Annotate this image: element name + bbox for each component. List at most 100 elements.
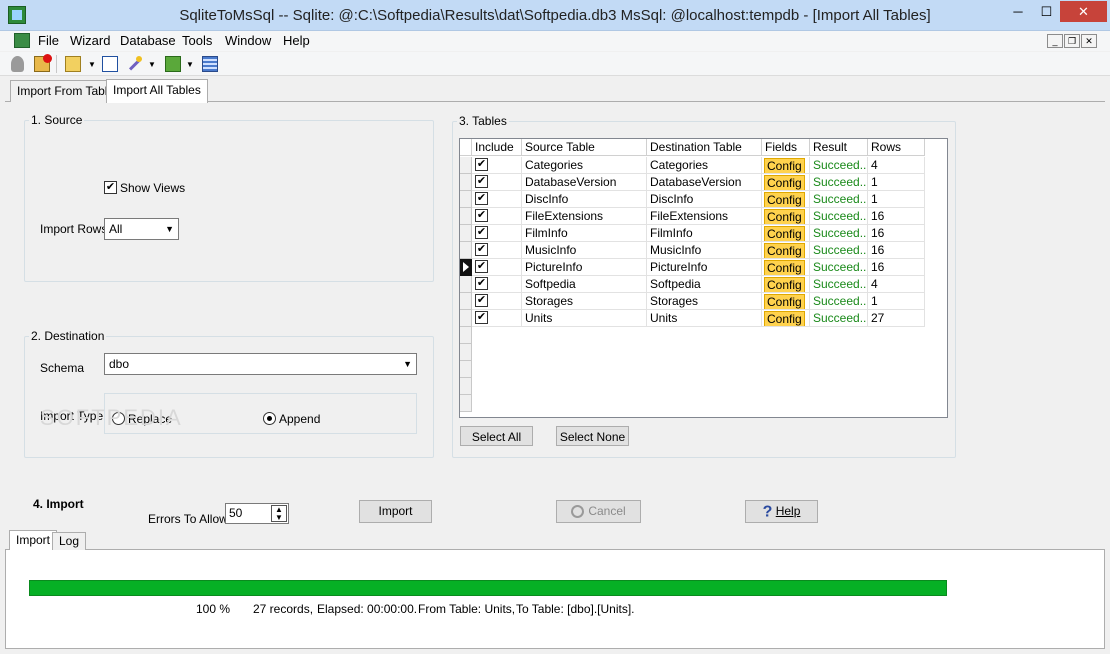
tables-grid[interactable]: Include Source Table Destination Table F… (459, 138, 948, 418)
tables-legend: 3. Tables (457, 114, 509, 128)
menu-wizard[interactable]: Wizard (70, 31, 110, 51)
tab-import-all-tables[interactable]: Import All Tables (106, 79, 208, 103)
row-header[interactable] (460, 344, 472, 361)
cell-fields-config-text[interactable]: Config (764, 260, 805, 275)
row-header[interactable] (460, 395, 472, 412)
cell-fields-config-text[interactable]: Config (764, 226, 805, 241)
column-header-destination-table[interactable]: Destination Table (647, 139, 762, 156)
column-header-include[interactable]: Include (472, 139, 522, 156)
export-icon[interactable] (102, 56, 118, 72)
import-button[interactable]: Import (359, 500, 432, 523)
refresh-dropdown-icon[interactable]: ▼ (186, 60, 194, 69)
cell-fields-config-text[interactable]: Config (764, 243, 805, 258)
column-header-rows[interactable]: Rows (868, 139, 925, 156)
cell-fields-config-text[interactable]: Config (764, 175, 805, 190)
row-header[interactable] (460, 225, 472, 242)
mdi-restore-button[interactable]: ❐ (1064, 34, 1080, 48)
include-checkbox[interactable]: ✔ (475, 209, 488, 222)
include-checkbox[interactable]: ✔ (475, 294, 488, 307)
row-header[interactable] (460, 242, 472, 259)
append-radio[interactable] (263, 412, 276, 425)
errors-to-allow-input[interactable]: 50 ▲ ▼ (225, 503, 289, 524)
row-header[interactable] (460, 174, 472, 191)
column-header-source-table[interactable]: Source Table (522, 139, 647, 156)
include-checkbox[interactable]: ✔ (475, 311, 488, 324)
cell-result-text: Succeed... (813, 175, 868, 189)
cell-include: ✔ (472, 293, 522, 310)
include-checkbox[interactable]: ✔ (475, 158, 488, 171)
include-checkbox[interactable]: ✔ (475, 175, 488, 188)
show-views-checkbox[interactable]: ✔ (104, 181, 117, 194)
cell-destination-table: FilmInfo (647, 225, 762, 242)
tab-import[interactable]: Import (9, 530, 58, 550)
menu-help[interactable]: Help (283, 31, 310, 51)
cell-result: Succeed... (810, 293, 868, 310)
cell-fields-config[interactable]: Config (762, 242, 810, 259)
tab-import-from-table[interactable]: Import From Table (10, 80, 122, 102)
cell-fields-config[interactable]: Config (762, 293, 810, 310)
cell-fields-config-text[interactable]: Config (764, 158, 805, 173)
mdi-close-button[interactable]: ✕ (1081, 34, 1097, 48)
refresh-icon[interactable] (165, 56, 181, 72)
cell-include: ✔ (472, 191, 522, 208)
import-rows-select[interactable]: All ▼ (104, 218, 179, 240)
disconnect-icon[interactable] (34, 54, 52, 72)
maximize-button[interactable]: ☐ (1033, 1, 1060, 22)
row-header[interactable] (460, 208, 472, 225)
cell-fields-config[interactable]: Config (762, 225, 810, 242)
include-checkbox[interactable]: ✔ (475, 277, 488, 290)
cell-fields-config[interactable]: Config (762, 276, 810, 293)
import-icon[interactable] (65, 56, 81, 72)
close-button[interactable]: ✕ (1060, 1, 1107, 22)
menu-database[interactable]: Database (120, 31, 176, 51)
cell-fields-config[interactable]: Config (762, 157, 810, 174)
import-dropdown-icon[interactable]: ▼ (88, 60, 96, 69)
row-header[interactable] (460, 293, 472, 310)
cell-fields-config[interactable]: Config (762, 208, 810, 225)
row-header[interactable] (460, 378, 472, 395)
row-header[interactable] (460, 327, 472, 344)
cell-fields-config[interactable]: Config (762, 174, 810, 191)
schema-select[interactable]: dbo ▼ (104, 353, 417, 375)
select-none-button[interactable]: Select None (556, 426, 629, 446)
include-checkbox[interactable]: ✔ (475, 226, 488, 239)
cell-fields-config-text[interactable]: Config (764, 192, 805, 207)
cell-source-table-text: Storages (525, 294, 574, 308)
row-header[interactable] (460, 191, 472, 208)
row-header[interactable] (460, 276, 472, 293)
cell-fields-config-text[interactable]: Config (764, 277, 805, 292)
row-header[interactable] (460, 157, 472, 174)
include-checkbox[interactable]: ✔ (475, 243, 488, 256)
select-all-button[interactable]: Select All (460, 426, 533, 446)
cell-fields-config[interactable]: Config (762, 191, 810, 208)
wizard-dropdown-icon[interactable]: ▼ (148, 60, 156, 69)
include-checkbox[interactable]: ✔ (475, 192, 488, 205)
minimize-button[interactable]: ─ (1003, 1, 1033, 22)
cell-include: ✔ (472, 208, 522, 225)
connect-icon[interactable] (11, 56, 24, 72)
row-header[interactable] (460, 361, 472, 378)
cell-fields-config[interactable]: Config (762, 310, 810, 327)
column-header-result[interactable]: Result (810, 139, 868, 156)
cell-fields-config-text[interactable]: Config (764, 311, 805, 326)
cell-fields-config[interactable]: Config (762, 259, 810, 276)
tab-log[interactable]: Log (52, 532, 87, 550)
menu-tools[interactable]: Tools (182, 31, 212, 51)
cell-fields-config-text[interactable]: Config (764, 209, 805, 224)
cell-fields-config-text[interactable]: Config (764, 294, 805, 309)
grid-icon[interactable] (202, 56, 218, 72)
spinner-arrows-icon[interactable]: ▲ ▼ (271, 505, 287, 522)
mdi-minimize-button[interactable]: _ (1047, 34, 1063, 48)
progress-percent: 100 % (196, 602, 231, 616)
include-checkbox[interactable]: ✔ (475, 260, 488, 273)
cell-rows: 4 (868, 157, 925, 174)
menu-file[interactable]: File (38, 31, 59, 51)
wizard-icon[interactable] (126, 56, 142, 72)
help-button[interactable]: ? Help (745, 500, 818, 523)
column-header-fields[interactable]: Fields (762, 139, 810, 156)
cell-result: Succeed... (810, 225, 868, 242)
errors-to-allow-value: 50 (229, 506, 243, 520)
menu-window[interactable]: Window (225, 31, 271, 51)
row-header[interactable] (460, 310, 472, 327)
cancel-button[interactable]: Cancel (556, 500, 641, 523)
